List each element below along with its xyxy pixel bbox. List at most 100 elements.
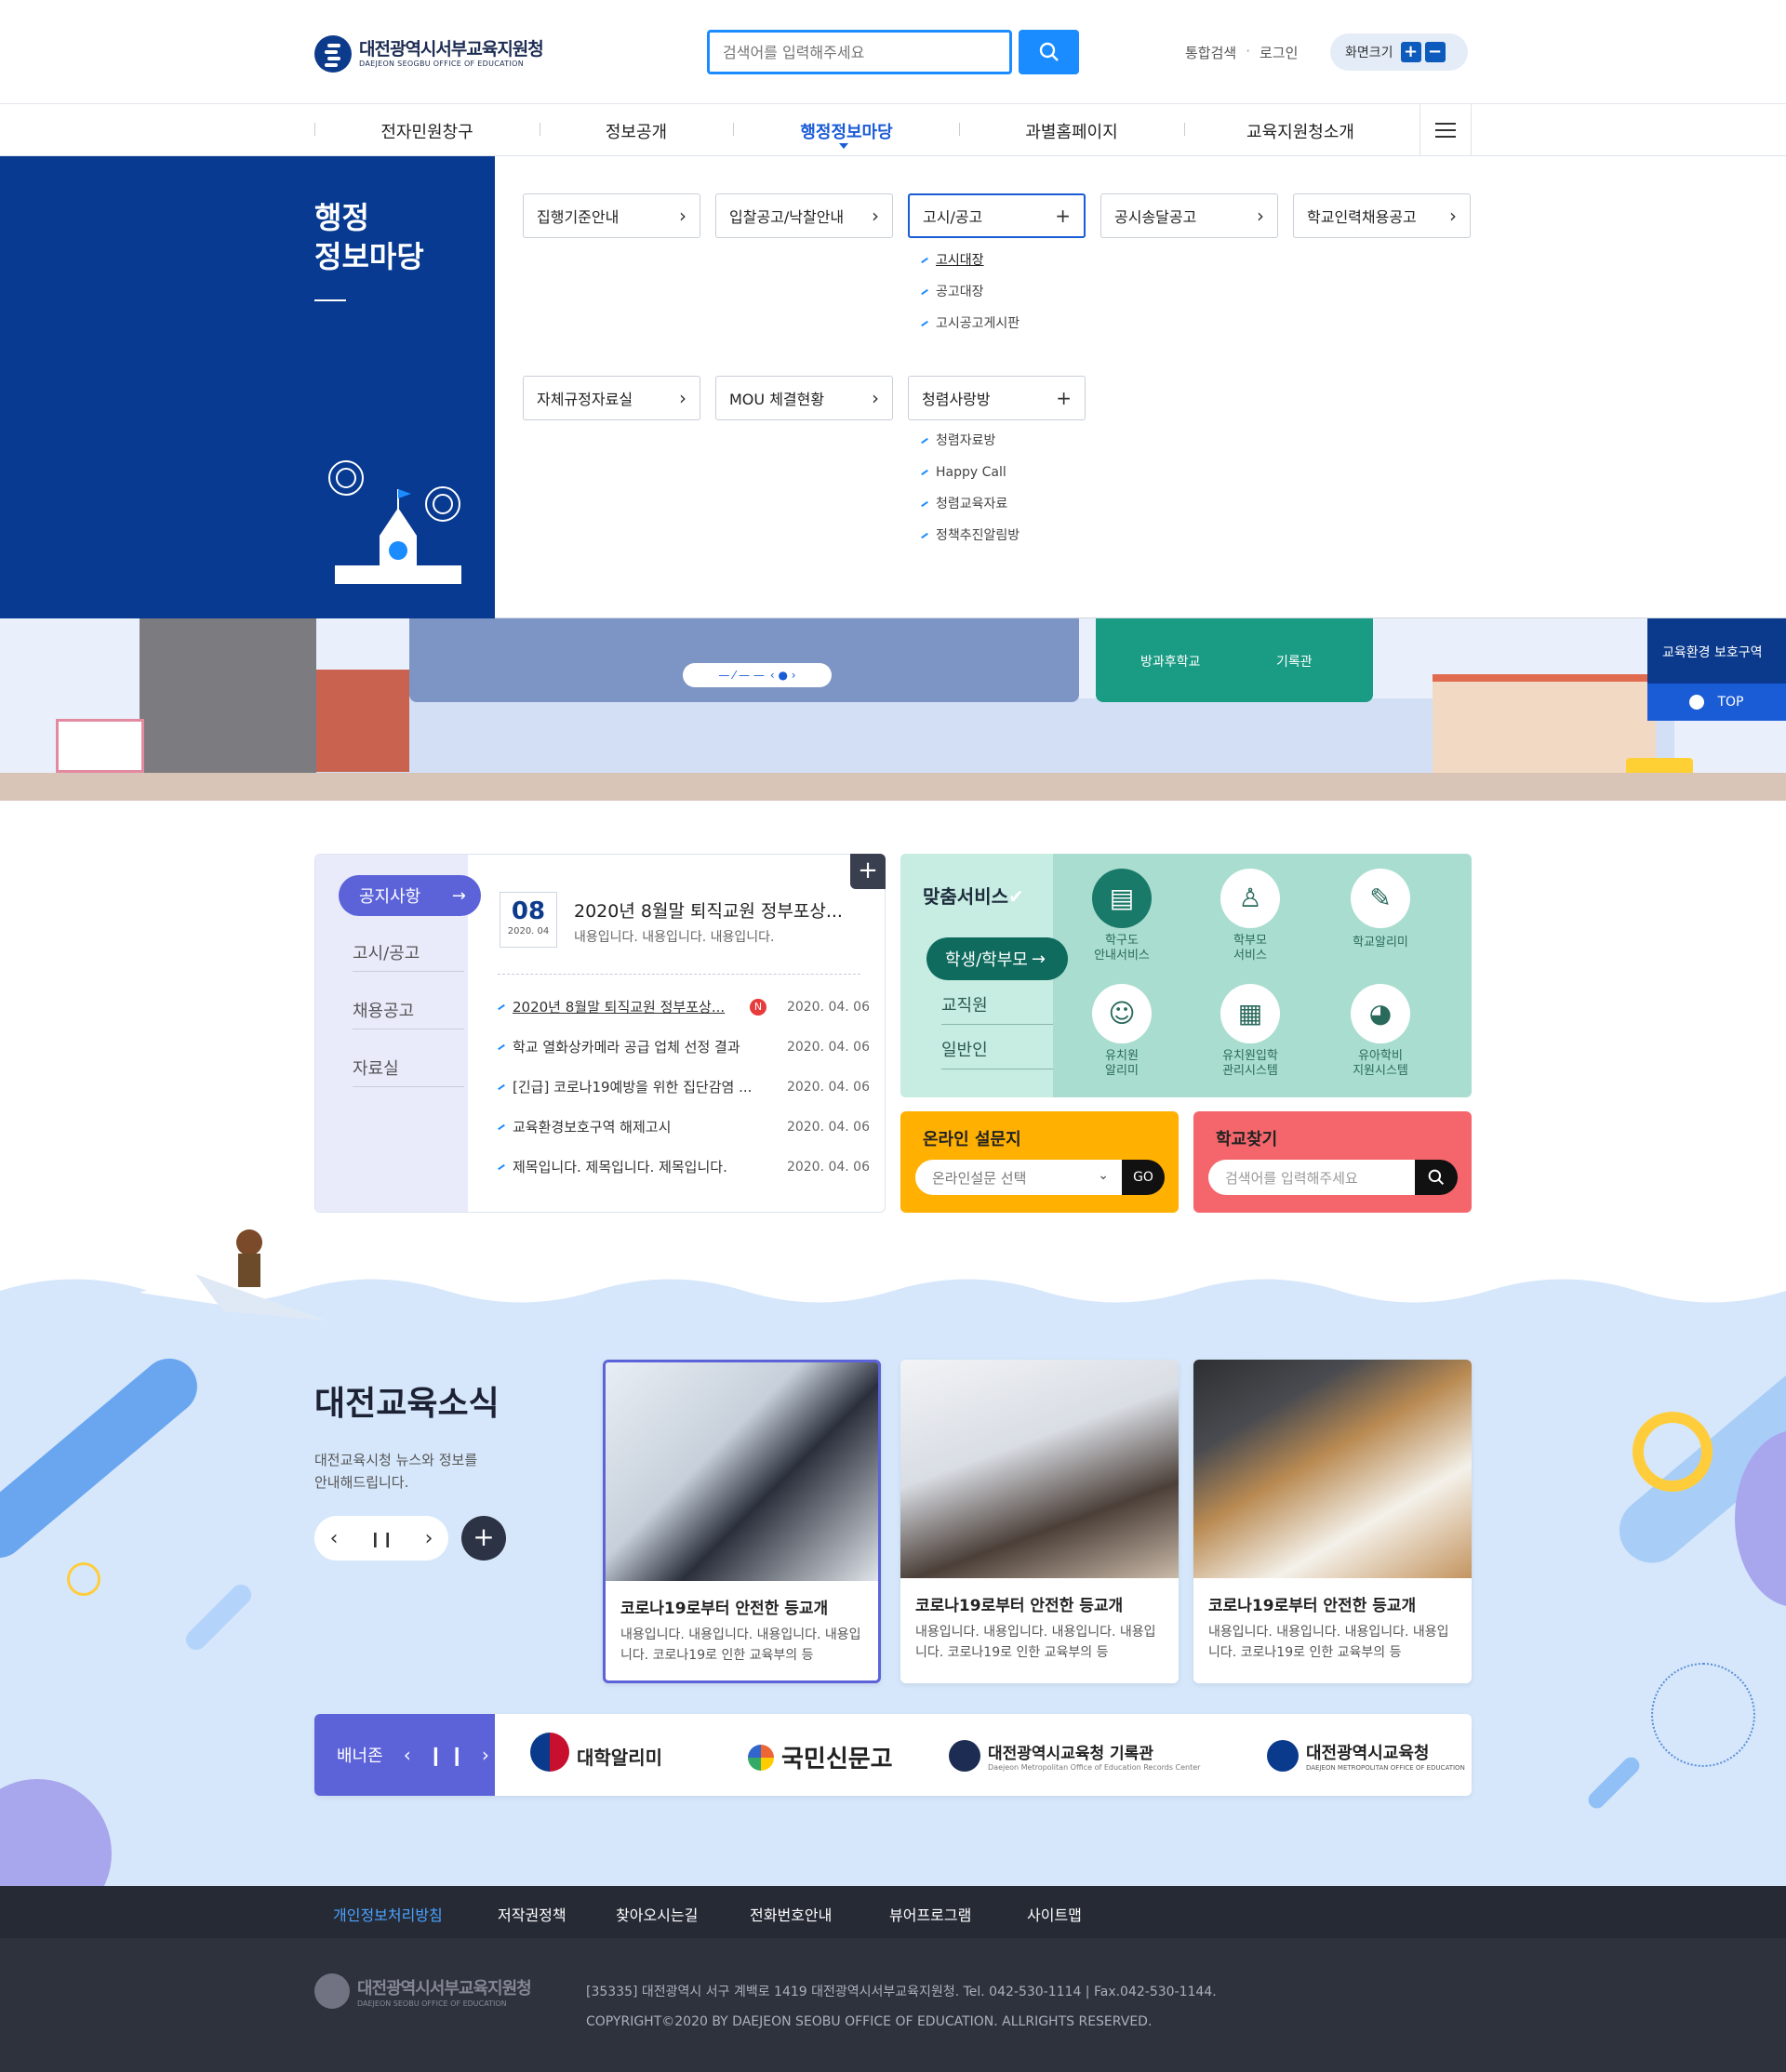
news-more-button[interactable]: + [461,1516,506,1561]
side-popup-label[interactable]: 교육환경 보호구역 [1662,643,1763,661]
list-item[interactable]: 학교 열화상카메라 공급 업체 선정 결과 2020. 04. 06 [498,1027,870,1067]
zoom-control: 화면크기 + − [1330,33,1468,71]
news-photo [606,1362,878,1581]
service-kindergarten[interactable]: ☺ 유치원 알리미 [1066,984,1178,1079]
footer-directions-link[interactable]: 찾아오시는길 [616,1903,698,1925]
top-button[interactable]: TOP [1647,684,1786,721]
item-title: [긴급] 코로나19예방을 위한 집단감염 ... [513,1079,753,1096]
survey-select[interactable]: 온라인설문 선택 ⌄ [915,1160,1122,1195]
quick-archive[interactable]: 기록관 [1276,652,1313,671]
search-input[interactable] [710,33,1009,72]
gnb-item-departments[interactable]: 과별홈페이지 [1025,119,1117,143]
service-kindergarten-admission[interactable]: ▦ 유치원입학 관리시스템 [1194,984,1306,1079]
taegeuk-icon [530,1733,569,1772]
submenu-item[interactable]: 고시대장 [921,245,1020,276]
footer-phone-link[interactable]: 전화번호안내 [750,1903,832,1925]
tab-announcements[interactable]: 고시/공고 [353,933,464,972]
footer-viewer-link[interactable]: 뷰어프로그램 [889,1903,971,1925]
headline-title[interactable]: 2020년 8월말 퇴직교원 정부포상... [574,897,862,923]
slide-controls[interactable]: — ⁄ — — ‹ ● › [683,663,832,687]
service-tuition-support[interactable]: ◕ 유아학비 지원시스템 [1325,984,1436,1079]
menu-execution-standard[interactable]: 집행기준안내 › [523,193,700,238]
card-title: 코로나19로부터 안전한 등교개 [1208,1597,1417,1615]
menu-label: 입찰공고/낙찰안내 [729,208,845,226]
zoom-out-icon[interactable]: − [1424,42,1446,62]
logo-mark-icon [949,1740,980,1772]
menu-school-recruit[interactable]: 학교인력채용공고 › [1293,193,1471,238]
search-button[interactable] [1019,30,1079,74]
gnb-item-admin-info[interactable]: 행정정보마당 [800,119,892,143]
tab-public[interactable]: 일반인 [941,1029,1053,1069]
menu-internal-rules[interactable]: 자체규정자료실 › [523,376,700,420]
gnb-item-about[interactable]: 교육지원청소개 [1246,119,1354,143]
new-badge: N [750,998,766,1016]
list-item[interactable]: 교육환경보호구역 해제고시 2020. 04. 06 [498,1107,870,1147]
tab-recruitment[interactable]: 채용공고 [353,990,464,1029]
news-card[interactable]: 코로나19로부터 안전한 등교개 내용입니다. 내용입니다. 내용입니다. 내용… [900,1360,1179,1683]
notice-more-button[interactable]: + [850,854,886,889]
prev-icon[interactable]: ‹ [330,1527,339,1550]
next-icon[interactable]: › [425,1527,433,1550]
tab-notice[interactable]: 공지사항 → [339,875,481,916]
school-search-input[interactable]: 검색어를 입력해주세요 [1208,1160,1415,1195]
tab-staff[interactable]: 교직원 [941,984,1053,1025]
service-school-district[interactable]: ▤ 학구도 안내서비스 [1066,869,1178,963]
site-logo[interactable]: 대전광역시서부교육지원청 DAEJEON SEOGBU OFFICE OF ED… [314,35,544,73]
logo-mark-icon [314,1973,350,2009]
submenu-item[interactable]: 고시공고게시판 [921,308,1020,339]
books-illustration [56,719,144,773]
tab-archive[interactable]: 자료실 [353,1048,464,1087]
banner-records-center[interactable]: 대전광역시교육청 기록관 Daejeon Metropolitan Office… [949,1740,1200,1772]
submenu-item[interactable]: 정책추진알림방 [921,520,1020,551]
notice-list: 2020년 8월말 퇴직교원 정부포상... N 2020. 04. 06 학교 열… [498,987,870,1187]
list-item[interactable]: 제목입니다. 제목입니다. 제목입니다. 2020. 04. 06 [498,1147,870,1187]
copyright-text: COPYRIGHT©2020 BY DAEJEON SEOBU OFFICE O… [586,2014,1153,2029]
all-menu-button[interactable] [1419,104,1472,156]
list-item[interactable]: 2020년 8월말 퇴직교원 정부포상... N 2020. 04. 06 [498,987,870,1027]
footer: 대전광역시서부교육지원청 DAEJEON SEOBU OFFICE OF EDU… [0,1938,1786,2072]
banner-university-info[interactable]: 대학알리미 [530,1733,662,1772]
menu-mou[interactable]: MOU 체결현황 › [715,376,893,420]
service-school-info[interactable]: ✎ 학교알리미 [1325,869,1436,950]
footer-copyright-link[interactable]: 저작권정책 [498,1903,566,1925]
banner-zone-header: 배너존 ‹ ❙❙ › [314,1714,495,1796]
school-search-button[interactable] [1415,1160,1458,1195]
card-desc: 내용입니다. 내용입니다. 내용입니다. 내용입니다. 코로나19로 인한 교육… [915,1625,1156,1660]
menu-notices[interactable]: 고시/공고 + [908,193,1086,238]
banner-zone: 배너존 ‹ ❙❙ › 대학알리미 국민신문고 대전광역시교육청 기록관 Daej… [314,1714,1472,1796]
submenu-item[interactable]: Happy Call [921,457,1020,488]
submenu-item[interactable]: 청렴자료방 [921,425,1020,457]
service-parent[interactable]: ♙ 학부모 서비스 [1194,869,1306,963]
pause-icon[interactable]: ❙❙ [369,1530,394,1547]
menu-integrity[interactable]: 청렴사랑방 + [908,376,1086,420]
menu-label: 자체규정자료실 [537,391,633,408]
login-link[interactable]: 로그인 [1260,43,1298,62]
gnb-item-civil[interactable]: 전자민원창구 [380,119,473,143]
submenu-item[interactable]: 공고대장 [921,276,1020,308]
menu-public-delivery[interactable]: 공시송달공고 › [1100,193,1278,238]
menu-bidding[interactable]: 입찰공고/낙찰안내 › [715,193,893,238]
banner-daejeon-edu[interactable]: 대전광역시교육청 DAEJEON METROPOLITAN OFFICE OF … [1267,1740,1465,1772]
visual-photo [409,618,1079,702]
stripe-decoration [1584,1753,1644,1813]
card-title: 코로나19로부터 안전한 등교개 [915,1597,1124,1615]
banner-controls[interactable]: ‹ ❙❙ › [404,1744,495,1766]
date-month: 2020. 04 [507,926,550,936]
item-date: 2020. 04. 06 [786,999,870,1015]
survey-go-button[interactable]: GO [1122,1160,1165,1195]
integrated-search-link[interactable]: 통합검색 [1185,43,1236,62]
list-item[interactable]: [긴급] 코로나19예방을 위한 집단감염 ... 2020. 04. 06 [498,1067,870,1107]
footer-sitemap-link[interactable]: 사이트맵 [1027,1903,1082,1925]
zoom-in-icon[interactable]: + [1400,42,1421,62]
news-card[interactable]: 코로나19로부터 안전한 등교개 내용입니다. 내용입니다. 내용입니다. 내용… [1193,1360,1472,1683]
footer-privacy-link[interactable]: 개인정보처리방침 [333,1903,443,1925]
tab-student-parent[interactable]: 학생/학부모 → [926,937,1068,980]
submenu-item[interactable]: 청렴교육자료 [921,488,1020,520]
banner-epeople[interactable]: 국민신문고 [748,1740,893,1774]
quick-afterschool[interactable]: 방과후학교 [1140,652,1200,671]
school-building [1433,674,1656,773]
search-icon [1428,1169,1445,1186]
gnb-item-disclosure[interactable]: 정보공개 [606,119,667,143]
item-date: 2020. 04. 06 [786,1119,870,1135]
news-card[interactable]: 코로나19로부터 안전한 등교개 내용입니다. 내용입니다. 내용입니다. 내용… [603,1360,881,1683]
